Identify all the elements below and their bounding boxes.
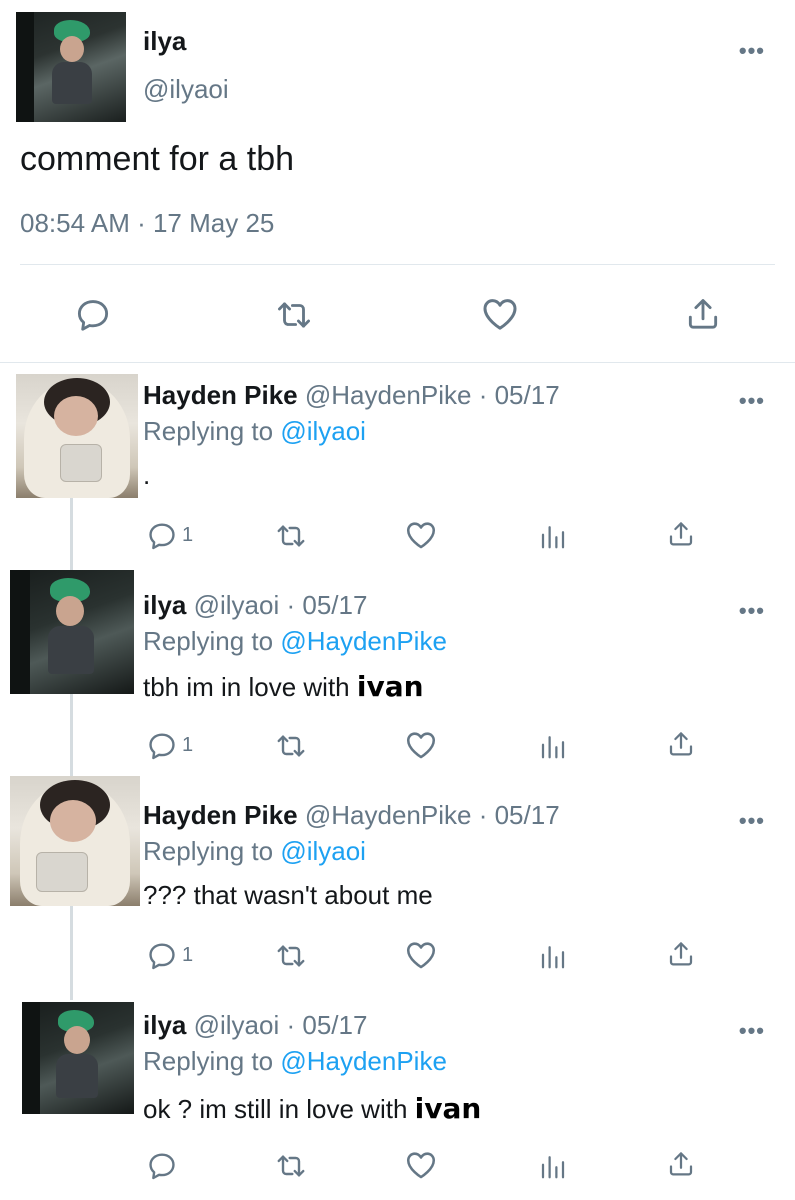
main-timestamp: 08:54 AM · 17 May 25 [20,208,275,238]
reply-text-body: ok ? im still in love with [143,1094,408,1124]
reply-display-name[interactable]: Hayden Pike [143,380,298,410]
reply-text-name: ivan [414,1092,482,1125]
share-icon[interactable] [666,1148,696,1180]
more-icon[interactable]: ••• [739,600,765,622]
replying-to: Replying to @HaydenPike [143,626,447,657]
comment-icon[interactable] [146,940,178,972]
reply-handle[interactable]: @HaydenPike [305,380,472,410]
thread-line [70,906,73,1000]
retweet-icon[interactable] [274,296,314,334]
reply-handle[interactable]: @HaydenPike [305,800,472,830]
reply-header: ilya @ilyaoi · 05/17 [143,1010,367,1041]
reply-date: · 05/17 [478,380,560,410]
retweet-icon[interactable] [274,730,308,762]
replying-to-link[interactable]: @HaydenPike [280,626,447,656]
thread-line [70,498,73,572]
replying-to-link[interactable]: @ilyaoi [280,836,366,866]
thread-line [70,694,73,776]
reply-text: tbh im in love with ivan [143,670,424,703]
more-icon[interactable]: ••• [739,40,765,62]
avatar-ilya-main[interactable] [16,12,126,122]
like-icon[interactable] [404,518,438,552]
analytics-icon[interactable] [538,520,568,552]
retweet-icon[interactable] [274,940,308,972]
share-icon[interactable] [684,294,722,334]
share-icon[interactable] [666,518,696,550]
reply-text-body: tbh im in love with [143,672,350,702]
comment-icon[interactable] [74,296,112,334]
reply-count: 1 [182,524,194,546]
reply-date: · 05/17 [286,590,368,620]
reply-header: Hayden Pike @HaydenPike · 05/17 [143,380,560,411]
main-display-name[interactable]: ilya [143,26,186,57]
avatar-hayden[interactable] [10,776,140,906]
replying-prefix: Replying to [143,626,274,656]
avatar-ilya[interactable] [10,570,134,694]
avatar-hayden[interactable] [16,374,138,498]
reply-handle[interactable]: @ilyaoi [194,1010,280,1040]
reply-display-name[interactable]: ilya [143,1010,186,1040]
reply-count: 1 [182,734,194,756]
reply-count: 1 [182,944,194,966]
like-icon[interactable] [404,1148,438,1182]
replying-to-link[interactable]: @ilyaoi [280,416,366,446]
analytics-icon[interactable] [538,1150,568,1182]
replying-to: Replying to @HaydenPike [143,1046,447,1077]
comment-icon[interactable] [146,730,178,762]
share-icon[interactable] [666,938,696,970]
more-icon[interactable]: ••• [739,810,765,832]
analytics-icon[interactable] [538,730,568,762]
reply-header: Hayden Pike @HaydenPike · 05/17 [143,800,560,831]
reply-display-name[interactable]: ilya [143,590,186,620]
reply-date: · 05/17 [478,800,560,830]
reply-text: ??? that wasn't about me [143,880,433,910]
comment-icon[interactable] [146,520,178,552]
replying-to: Replying to @ilyaoi [143,416,366,447]
replying-prefix: Replying to [143,1046,274,1076]
like-icon[interactable] [404,938,438,972]
reply-text: . [143,460,151,490]
reply-handle[interactable]: @ilyaoi [194,590,280,620]
like-icon[interactable] [404,728,438,762]
reply-header: ilya @ilyaoi · 05/17 [143,590,367,621]
more-icon[interactable]: ••• [739,1020,765,1042]
retweet-icon[interactable] [274,520,308,552]
more-icon[interactable]: ••• [739,390,765,412]
retweet-icon[interactable] [274,1150,308,1182]
divider [20,264,775,265]
main-tweet-text: comment for a tbh [20,140,295,178]
reply-text: ok ? im still in love with ivan [143,1092,481,1125]
avatar-ilya[interactable] [22,1002,134,1114]
replying-to: Replying to @ilyaoi [143,836,366,867]
main-handle[interactable]: @ilyaoi [143,74,229,105]
reply-display-name[interactable]: Hayden Pike [143,800,298,830]
like-icon[interactable] [480,294,520,334]
reply-date: · 05/17 [286,1010,368,1040]
replying-prefix: Replying to [143,836,274,866]
reply-text-name: ivan [356,670,424,703]
divider [0,362,795,363]
share-icon[interactable] [666,728,696,760]
analytics-icon[interactable] [538,940,568,972]
comment-icon[interactable] [146,1150,178,1182]
replying-to-link[interactable]: @HaydenPike [280,1046,447,1076]
replying-prefix: Replying to [143,416,274,446]
